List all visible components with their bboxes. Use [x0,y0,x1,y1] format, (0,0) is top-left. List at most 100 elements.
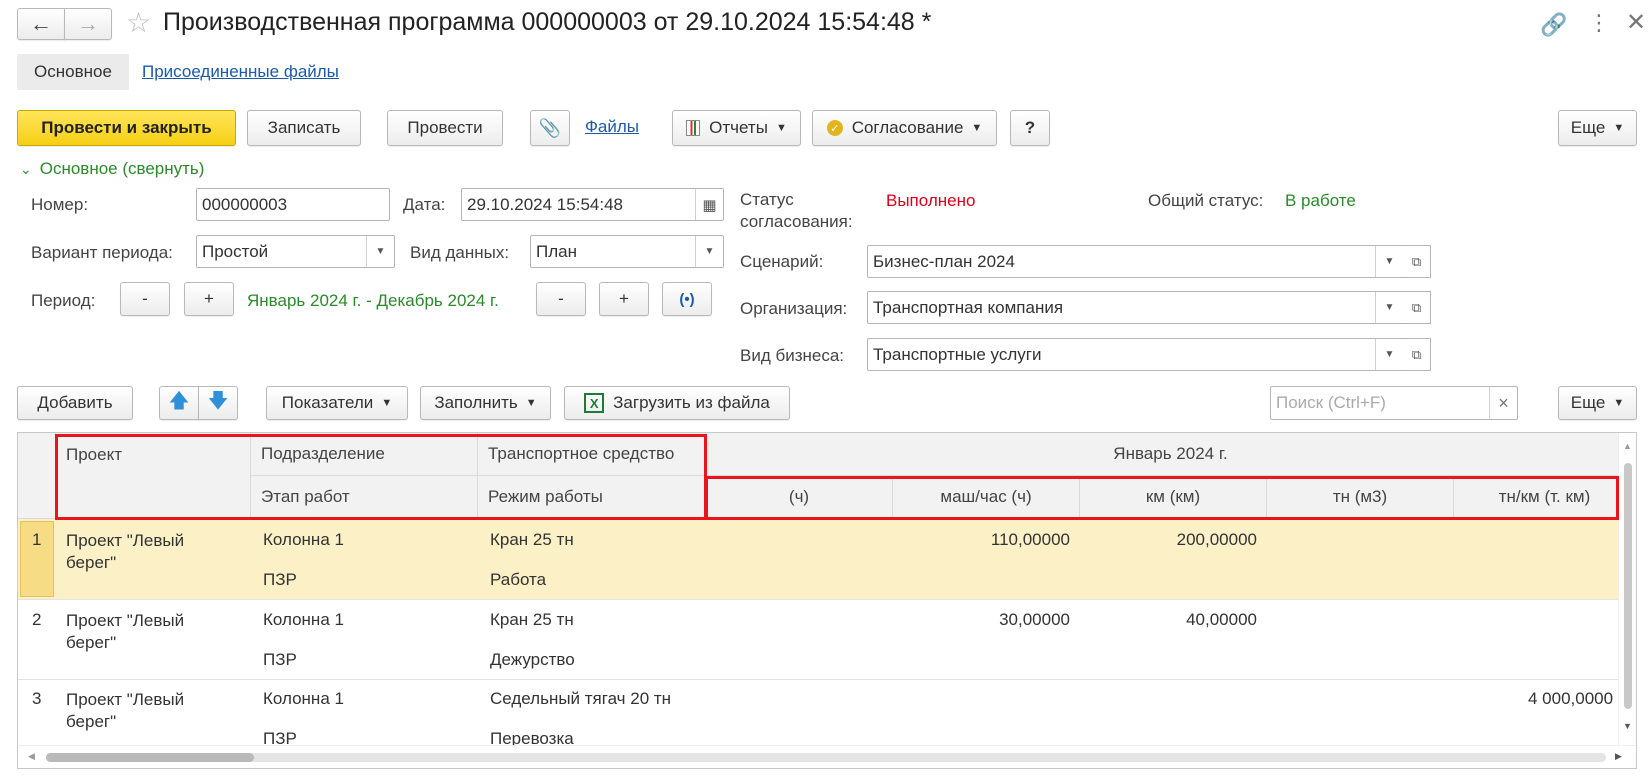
header-month-label: Январь 2024 г. [1113,444,1228,463]
more-vertical-icon[interactable]: ⋮ [1588,10,1610,36]
data-kind-select[interactable]: План ▼ [530,235,724,268]
write-button[interactable]: Записать [247,110,361,146]
cell-tnkm: 4 000,0000 [1528,689,1614,708]
move-up-button[interactable]: 🡅 [159,386,199,420]
period-variant-value: Простой [202,241,269,261]
cell-vehicle: Кран 25 тн [490,530,574,549]
table-more-button[interactable]: Еще ▼ [1558,386,1637,420]
chevron-down-icon[interactable]: ▼ [695,236,723,267]
cell-stage: ПЗР [263,570,297,589]
calendar-icon[interactable]: ▦ [695,189,723,220]
period-end-plus-button[interactable]: + [599,282,649,316]
open-window-icon: ⧉ [1411,346,1422,362]
header-col-h[interactable]: (ч) [706,476,893,519]
business-kind-open-button[interactable]: ⧉ [1403,338,1431,371]
fill-button[interactable]: Заполнить ▼ [420,386,551,420]
clear-search-icon[interactable]: × [1489,387,1517,419]
check-circle-icon: ✓ [826,120,843,136]
header-col-machh-label: маш/час (ч) [940,487,1032,506]
tab-main[interactable]: Основное [17,54,129,90]
post-button[interactable]: Провести [387,110,503,146]
indicators-button[interactable]: Показатели ▼ [266,386,408,420]
reports-button[interactable]: Отчеты ▼ [672,110,801,146]
scenario-select[interactable]: Бизнес-план 2024 ▼ [867,245,1404,278]
period-start-plus-button[interactable]: + [184,282,234,316]
scroll-right-icon[interactable]: ▶ [1615,751,1622,762]
horizontal-scroll-thumb[interactable] [46,753,254,762]
open-window-icon: ⧉ [1411,253,1422,269]
section-collapse-toggle[interactable]: ⌄ Основное (свернуть) [20,159,204,179]
cell-vehicle: Седельный тягач 20 тн [490,689,672,708]
move-down-button[interactable]: 🡇 [198,386,238,420]
vertical-scrollbar[interactable]: ▲ ▼ [1618,433,1636,745]
favorite-star-icon[interactable]: ☆ [126,6,151,39]
cell-division: Колонна 1 [263,530,344,549]
link-icon[interactable]: 🔗 [1540,12,1567,38]
scroll-left-icon[interactable]: ◀ [28,751,35,762]
help-label: ? [1024,118,1036,137]
business-kind-select[interactable]: Транспортные услуги ▼ [867,338,1404,371]
post-and-close-button[interactable]: Провести и закрыть [17,110,236,146]
files-link[interactable]: Файлы [585,117,639,137]
number-field[interactable]: 000000003 [196,188,390,221]
forward-button[interactable]: → [64,8,112,40]
back-button[interactable]: ← [17,8,65,40]
paperclip-icon: 📎 [538,117,562,138]
arrow-left-icon: ← [30,11,52,36]
data-kind-value: План [536,241,577,261]
period-select-button[interactable]: (•) [662,282,712,316]
cell-stage: ПЗР [263,650,297,669]
organization-open-button[interactable]: ⧉ [1403,291,1431,324]
overall-status-value: В работе [1285,191,1356,210]
header-stage[interactable]: Этап работ [251,476,478,519]
tab-attached-files[interactable]: Присоединенные файлы [142,62,339,82]
header-project-label: Проект [66,445,122,464]
chevron-down-icon[interactable]: ▼ [1375,246,1403,277]
chevron-down-icon[interactable]: ▼ [366,236,394,267]
fill-label: Заполнить [434,393,518,412]
scroll-down-icon[interactable]: ▼ [1623,721,1632,731]
header-project[interactable]: Проект [56,433,251,519]
close-icon[interactable]: ✕ [1626,8,1646,37]
chevron-down-icon[interactable]: ▼ [1375,292,1403,323]
business-kind-value: Транспортные услуги [873,344,1042,364]
organization-value: Транспортная компания [873,297,1064,317]
header-mode[interactable]: Режим работы [478,476,706,519]
vertical-scroll-thumb[interactable] [1624,463,1632,709]
date-field[interactable]: 29.10.2024 15:54:48 ▦ [461,188,724,221]
plus-label: + [204,289,214,308]
cell-project-line1: Проект "Левый [66,690,185,709]
header-month[interactable]: Январь 2024 г. [706,433,1636,476]
more-button[interactable]: Еще ▼ [1558,110,1637,146]
header-col-tnkm[interactable]: тн/км (т. км) [1454,476,1636,519]
period-variant-select[interactable]: Простой ▼ [196,235,395,268]
load-from-file-button[interactable]: X Загрузить из файла [564,386,790,420]
organization-select[interactable]: Транспортная компания ▼ [867,291,1404,324]
organization-label: Организация: [740,299,848,318]
search-input[interactable]: Поиск (Ctrl+F) × [1270,386,1518,420]
attach-button[interactable]: 📎 [530,110,570,146]
scroll-up-icon[interactable]: ▲ [1623,441,1632,451]
help-button[interactable]: ? [1010,110,1050,146]
header-col-machh[interactable]: маш/час (ч) [893,476,1080,519]
data-table[interactable]: Проект Подразделение Транспортное средст… [17,432,1637,769]
header-vehicle[interactable]: Транспортное средство [478,433,706,476]
chevron-down-icon[interactable]: ▼ [1375,339,1403,370]
search-placeholder: Поиск (Ctrl+F) [1276,393,1386,412]
period-end-minus-button[interactable]: - [536,282,586,316]
add-row-label: Добавить [37,393,113,412]
period-start-minus-button[interactable]: - [120,282,170,316]
header-division[interactable]: Подразделение [251,433,478,476]
header-col-tn[interactable]: тн (м3) [1267,476,1454,519]
scenario-open-button[interactable]: ⧉ [1403,245,1431,278]
header-col-km[interactable]: км (км) [1080,476,1267,519]
add-row-button[interactable]: Добавить [17,386,133,420]
period-picker-icon: (•) [679,290,695,308]
horizontal-scrollbar[interactable]: ◀ ▶ [18,745,1636,768]
approval-button[interactable]: ✓ Согласование ▼ [812,110,997,146]
header-col-km-label: км (км) [1145,487,1201,506]
period-value[interactable]: Январь 2024 г. - Декабрь 2024 г. [247,291,499,311]
chevron-down-icon: ▼ [525,397,537,409]
chevron-down-icon: ▼ [775,122,787,134]
post-label: Провести [407,118,483,137]
